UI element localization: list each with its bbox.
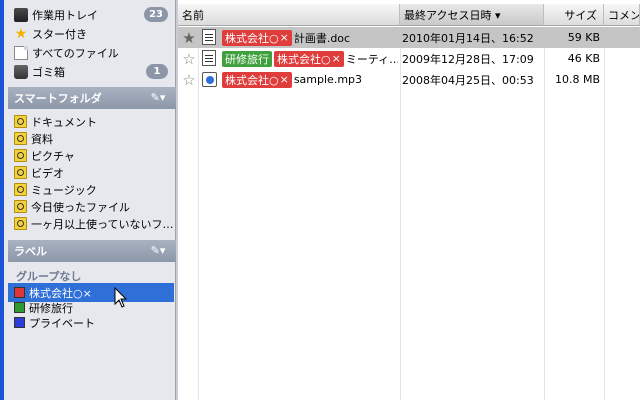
sidebar-item-starred[interactable]: ★ スター付き <box>8 24 174 43</box>
size-cell: 10.8 MB <box>554 73 600 86</box>
smart-folder-label: ピクチャ <box>31 149 75 163</box>
section-title: スマートフォルダ <box>14 92 102 105</box>
last-access-cell: 2008年04月25日、00:53 <box>402 73 534 87</box>
sidebar-item-label: スター付き <box>32 27 87 41</box>
sidebar: 作業用トレイ 23 ★ スター付き すべてのファイル ゴミ箱 1 スマートフォル… <box>4 0 178 400</box>
red-label-icon <box>14 287 25 298</box>
last-access-cell: 2009年12月28日、17:09 <box>402 52 534 66</box>
label-tag[interactable]: 株式会社○ × <box>222 29 292 46</box>
smart-folder-label: ビデオ <box>31 166 64 180</box>
sidebar-item-label: すべてのファイル <box>32 46 119 60</box>
smart-folder-icon <box>14 166 27 179</box>
audio-file-icon <box>202 71 218 87</box>
sidebar-item-label: ゴミ箱 <box>32 65 65 79</box>
column-header-last-access[interactable]: 最終アクセス日時 ▾ <box>400 4 544 26</box>
smart-folder-icon <box>14 200 27 213</box>
remove-tag-icon[interactable]: × <box>332 52 341 65</box>
sidebar-item-work-tray[interactable]: 作業用トレイ 23 <box>8 5 174 24</box>
smart-folder-icon <box>14 132 27 145</box>
size-cell: 46 KB <box>567 52 600 65</box>
smart-folder-item[interactable]: 一ヶ月以上使っていないフ… <box>8 214 174 233</box>
word-document-icon <box>202 29 218 45</box>
file-name: sample.mp3 <box>293 73 363 86</box>
labels-header: ラベル ✎▾ <box>8 240 178 262</box>
trash-icon <box>14 64 28 79</box>
size-cell: 59 KB <box>567 31 600 44</box>
smart-folder-icon <box>14 149 27 162</box>
document-icon <box>14 45 28 60</box>
sidebar-item-all-files[interactable]: すべてのファイル <box>8 43 174 62</box>
file-name-cell: 研修旅行 株式会社○ × ミーティ… <box>222 48 398 69</box>
star-toggle-icon[interactable]: ★ <box>180 27 198 48</box>
star-toggle-icon[interactable]: ☆ <box>180 69 198 90</box>
document-icon <box>202 50 218 66</box>
smart-folder-label: ドキュメント <box>31 115 97 129</box>
remove-tag-icon[interactable]: × <box>280 31 289 44</box>
star-icon: ★ <box>14 25 28 42</box>
file-list: 名前 最終アクセス日時 ▾ サイズ コメント ★ 株式会社○× 計画書.doc … <box>178 0 640 400</box>
smart-folder-icon <box>14 183 27 196</box>
table-row[interactable]: ☆ 株式会社○ × sample.mp3 2008年04月25日、00:53 10… <box>178 69 640 90</box>
file-name-cell: 株式会社○ × sample.mp3 <box>222 69 398 90</box>
smart-folder-label: ミュージック <box>31 183 97 197</box>
smart-folder-label: 資料 <box>31 132 53 146</box>
smart-folder-label: 今日使ったファイル <box>31 200 130 214</box>
file-name-cell: 株式会社○ × 計画書.doc <box>222 27 398 48</box>
count-badge: 1 <box>146 64 168 79</box>
star-toggle-icon[interactable]: ☆ <box>180 48 198 69</box>
table-row[interactable]: ☆ 研修旅行 株式会社○ × ミーティ… 2009年12月28日、17:09 46… <box>178 48 640 69</box>
smart-folder-icon <box>14 115 27 128</box>
label-item-label: プライベート <box>29 316 95 330</box>
label-group-title: グループなし <box>16 270 82 283</box>
smart-folder-icon <box>14 217 27 230</box>
label-tag[interactable]: 株式会社○ × <box>274 50 344 67</box>
inbox-icon <box>14 7 28 22</box>
label-tag[interactable]: 研修旅行 <box>222 50 272 67</box>
smart-folder-label: 一ヶ月以上使っていないフ… <box>31 217 174 231</box>
file-name: 計画書.doc <box>293 31 351 45</box>
edit-labels-button[interactable]: ✎▾ <box>146 244 170 258</box>
green-label-icon <box>14 302 25 313</box>
section-title: ラベル <box>14 245 47 258</box>
last-access-cell: 2010年01月14日、16:52 <box>402 31 534 45</box>
label-item-private[interactable]: プライベート <box>8 313 174 332</box>
sidebar-item-label: 作業用トレイ <box>32 8 98 22</box>
column-header-name[interactable]: 名前 <box>178 4 400 26</box>
remove-tag-icon[interactable]: × <box>280 73 289 86</box>
label-tag[interactable]: 株式会社○ × <box>222 71 292 88</box>
column-header-size[interactable]: サイズ <box>544 4 604 26</box>
sidebar-item-trash[interactable]: ゴミ箱 1 <box>8 62 174 81</box>
count-badge: 23 <box>144 7 168 22</box>
blue-label-icon <box>14 317 25 328</box>
mouse-cursor-icon <box>114 287 128 308</box>
table-row[interactable]: ★ 株式会社○ × 計画書.doc 2010年01月14日、16:52 59 KB <box>178 27 640 48</box>
column-header-comment[interactable]: コメント <box>604 4 640 26</box>
file-name: ミーティ… <box>345 52 398 66</box>
smart-folders-header: スマートフォルダ ✎▾ <box>8 87 178 109</box>
edit-smart-folders-button[interactable]: ✎▾ <box>146 91 170 105</box>
